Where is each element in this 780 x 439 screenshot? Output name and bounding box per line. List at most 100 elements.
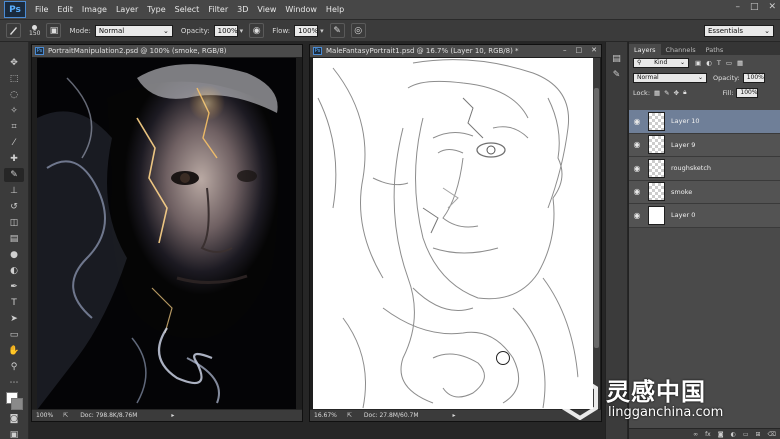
layer-row[interactable]: ◉ Layer 0 [629,204,780,228]
maximize-button[interactable]: □ [750,2,759,12]
pixel-filter-icon[interactable]: ▣ [695,59,701,67]
opacity-input[interactable]: 100% [213,24,238,37]
tab-layers[interactable]: Layers [629,44,661,55]
document-size[interactable]: Doc: 798.8K/8.76M [80,412,137,419]
layer-kind-filter[interactable]: ⚲ Kind ⌄ [633,57,689,68]
blend-mode-select[interactable]: Normal ⌄ [633,72,707,83]
history-panel-icon[interactable]: ▤ [607,52,627,66]
visibility-eye-icon[interactable]: ◉ [629,140,645,149]
export-icon[interactable]: ⇱ [347,412,352,419]
layer-row[interactable]: ◉ smoke [629,180,780,204]
layer-row[interactable]: ◉ Layer 9 [629,133,780,157]
document-tab[interactable]: Ps MaleFantasyPortrait1.psd @ 16.7% (Lay… [310,45,601,57]
trash-icon[interactable]: ⌫ [768,431,776,438]
link-icon[interactable]: ∞ [693,431,698,438]
menu-3d[interactable]: 3D [237,5,248,14]
tab-channels[interactable]: Channels [661,44,701,55]
scrollbar-thumb[interactable] [594,88,599,348]
adjustment-icon[interactable]: ◐ [731,431,736,438]
crop-tool-icon[interactable]: ⌗ [4,120,24,134]
mode-select[interactable]: Normal ⌄ [94,24,173,37]
zoom-level[interactable]: 100% [36,412,53,419]
lock-pixels-icon[interactable]: ✎ [664,89,669,97]
move-tool-icon[interactable]: ✥ [4,56,24,70]
canvas-sketch[interactable] [313,58,593,410]
type-tool-icon[interactable]: T [4,296,24,310]
shape-filter-icon[interactable]: ▭ [726,59,732,67]
menu-filter[interactable]: Filter [208,5,228,14]
fx-icon[interactable]: fx [705,431,711,438]
visibility-eye-icon[interactable]: ◉ [629,117,645,126]
vertical-scrollbar[interactable] [593,58,600,410]
menu-type[interactable]: Type [147,5,165,14]
hand-tool-icon[interactable]: ✋ [4,344,24,358]
flow-input[interactable]: 100% [294,24,318,37]
default-colors-icon[interactable]: ⋯ [4,376,24,390]
menu-edit[interactable]: Edit [57,5,73,14]
pressure-opacity-icon[interactable]: ◉ [249,23,265,38]
lock-position-icon[interactable]: ✥ [674,89,679,97]
lock-all-icon[interactable]: 🔒︎ [683,88,686,97]
tab-paths[interactable]: Paths [701,44,729,55]
visibility-eye-icon[interactable]: ◉ [629,187,645,196]
menu-layer[interactable]: Layer [116,5,138,14]
marquee-tool-icon[interactable]: ⬚ [4,72,24,86]
type-filter-icon[interactable]: T [717,59,721,67]
screen-mode-icon[interactable]: ▣ [4,428,24,439]
visibility-eye-icon[interactable]: ◉ [629,211,645,220]
clone-stamp-tool-icon[interactable]: ⊥ [4,184,24,198]
lasso-tool-icon[interactable]: ◌ [4,88,24,102]
history-brush-tool-icon[interactable]: ↺ [4,200,24,214]
quick-mask-icon[interactable]: ◙ [4,412,24,426]
airbrush-icon[interactable]: ✎ [329,23,345,38]
rectangle-tool-icon[interactable]: ▭ [4,328,24,342]
lock-transparency-icon[interactable]: ▦ [654,89,660,97]
canvas-photo[interactable] [37,58,296,410]
smart-object-filter-icon[interactable]: ▦ [737,59,743,67]
eraser-tool-icon[interactable]: ◫ [4,216,24,230]
gradient-tool-icon[interactable]: ▤ [4,232,24,246]
opacity-dropdown-icon[interactable]: ▾ [240,27,244,35]
pen-tool-icon[interactable]: ✒ [4,280,24,294]
menu-file[interactable]: File [35,5,48,14]
visibility-eye-icon[interactable]: ◉ [629,164,645,173]
group-icon[interactable]: ▭ [743,431,749,438]
document-tab[interactable]: Ps PortraitManipulation2.psd @ 100% (smo… [32,45,302,57]
brush-panel-toggle-icon[interactable]: ▣ [46,23,62,38]
zoom-level[interactable]: 16.67% [314,412,337,419]
mask-icon[interactable]: ◙ [718,431,724,438]
adjustment-filter-icon[interactable]: ◐ [706,59,712,67]
status-menu-arrow-icon[interactable]: ▸ [171,412,174,419]
eyedropper-tool-icon[interactable]: ⁄ [4,136,24,150]
menu-select[interactable]: Select [175,5,200,14]
quick-select-tool-icon[interactable]: ✧ [4,104,24,118]
brush-size-picker[interactable]: 150 [29,24,40,37]
close-button[interactable]: ✕ [591,46,597,54]
fill-input[interactable]: 100% [736,87,759,98]
healing-brush-tool-icon[interactable]: ✚ [4,152,24,166]
menu-window[interactable]: Window [285,5,317,14]
menu-image[interactable]: Image [82,5,107,14]
close-button[interactable]: ✕ [768,2,776,12]
pressure-size-icon[interactable]: ◎ [350,23,366,38]
menu-view[interactable]: View [257,5,276,14]
path-selection-tool-icon[interactable]: ➤ [4,312,24,326]
brush-tool-icon[interactable]: ✎ [4,168,24,182]
zoom-tool-icon[interactable]: ⚲ [4,360,24,374]
menu-help[interactable]: Help [326,5,344,14]
status-menu-arrow-icon[interactable]: ▸ [453,412,456,419]
workspace-select[interactable]: Essentials ⌄ [704,25,774,37]
background-color-swatch[interactable] [11,398,23,410]
document-size[interactable]: Doc: 27.8M/60.7M [364,412,419,419]
dodge-tool-icon[interactable]: ◐ [4,264,24,278]
maximize-button[interactable]: □ [576,46,583,54]
layer-row[interactable]: ◉ roughsketch [629,157,780,181]
minimize-button[interactable]: – [563,46,567,54]
export-icon[interactable]: ⇱ [63,412,68,419]
flow-dropdown-icon[interactable]: ▾ [320,27,324,35]
brush-tool-preset-icon[interactable] [6,23,21,38]
blur-tool-icon[interactable]: ● [4,248,24,262]
brush-presets-panel-icon[interactable]: ✎ [607,68,627,82]
minimize-button[interactable]: – [735,2,740,12]
new-layer-icon[interactable]: ⊞ [755,431,760,438]
